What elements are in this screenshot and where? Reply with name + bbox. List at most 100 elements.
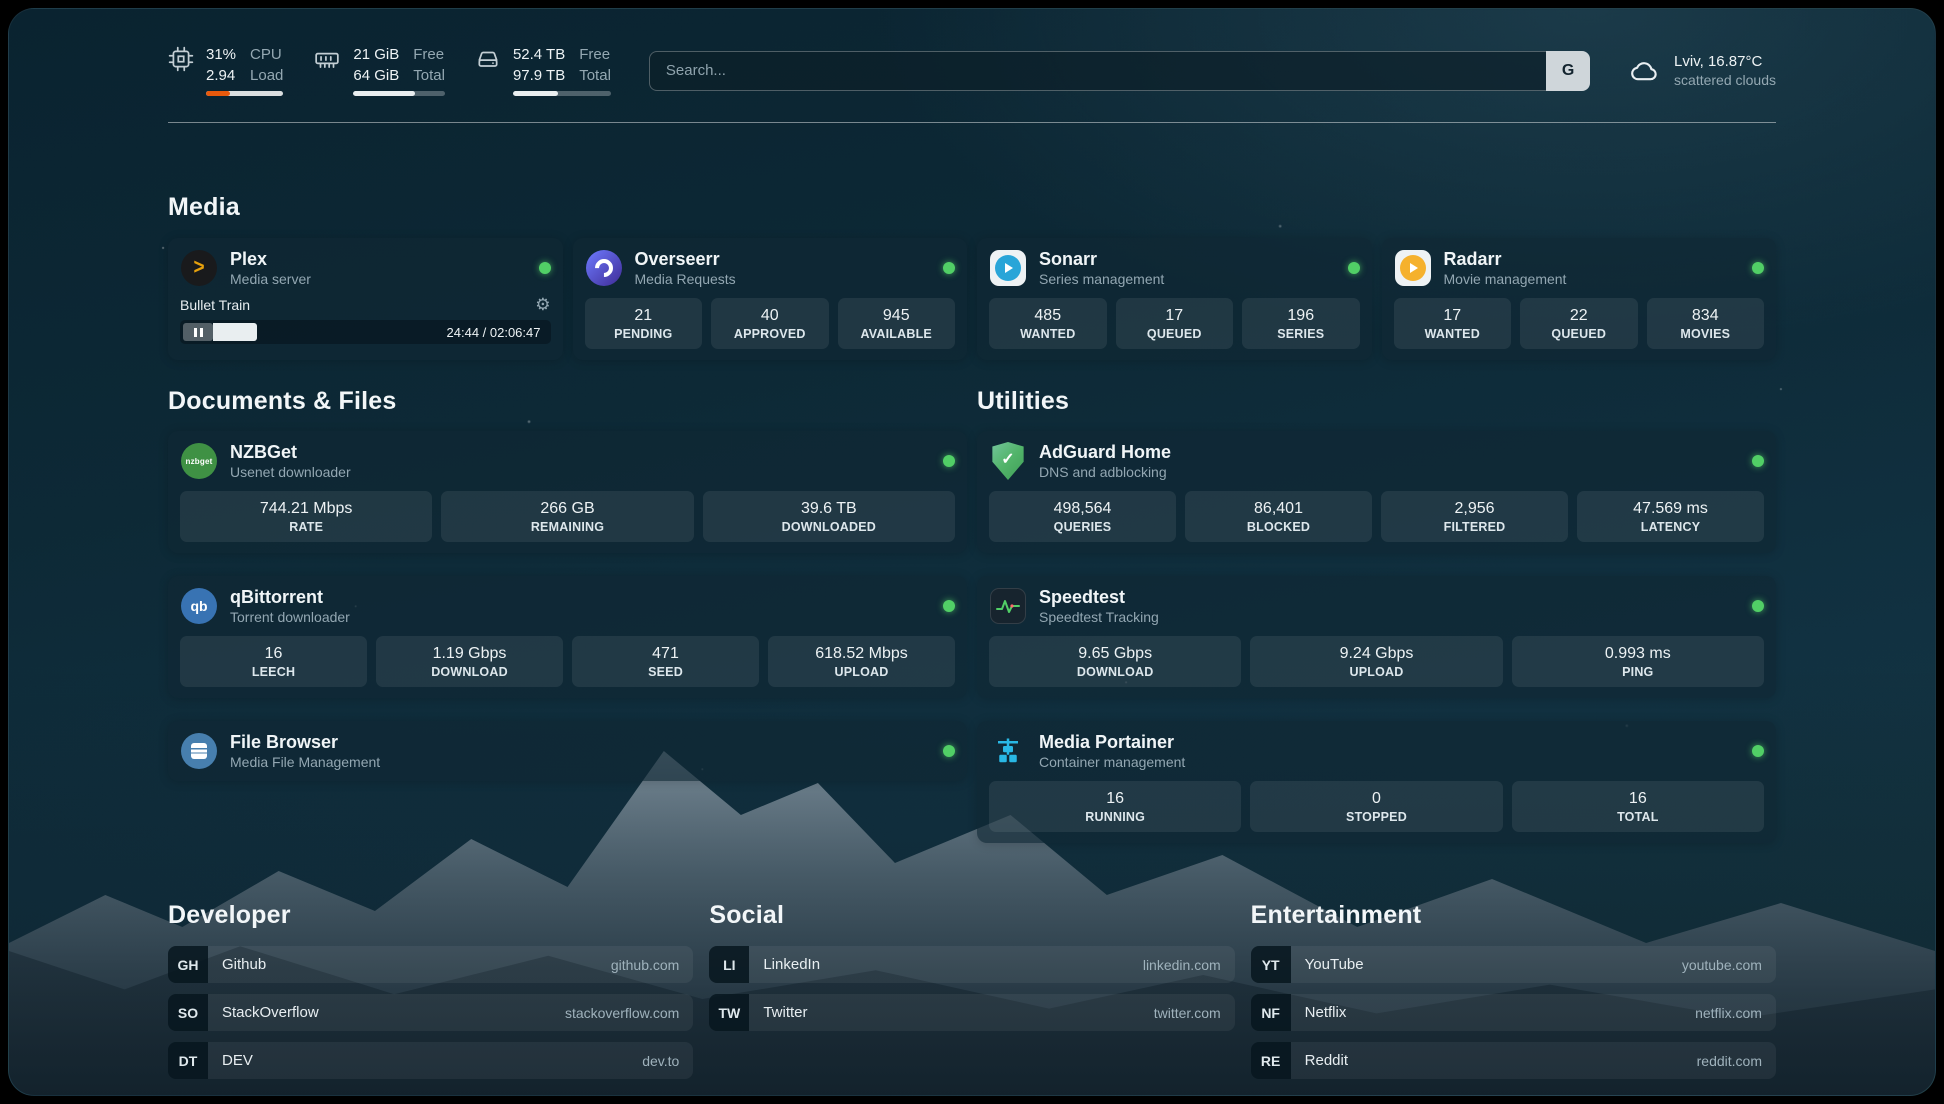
cpu-load-label: Load [250, 66, 283, 85]
bookmark-url: reddit.com [1697, 1053, 1762, 1069]
plex-card[interactable]: > Plex Media server Bullet Train 24:44 /… [168, 238, 563, 360]
service-titles: Overseerr Media Requests [635, 249, 736, 287]
disk-widget-rows: 52.4 TB 97.9 TB Free Total [513, 45, 611, 85]
nzbget-icon: nzbget [180, 442, 218, 480]
file-browser-card[interactable]: File Browser Media File Management [168, 721, 967, 781]
stat-box: 86,401 BLOCKED [1185, 491, 1372, 542]
stat-box: 39.6 TB DOWNLOADED [703, 491, 955, 542]
stat-label: QUERIES [993, 520, 1172, 535]
stat-value: 47.569 ms [1581, 499, 1760, 518]
bookmark-url: netflix.com [1695, 1005, 1762, 1021]
cpu-labels: CPU Load [250, 45, 283, 85]
bookmark-url: linkedin.com [1143, 957, 1221, 973]
status-dot [943, 745, 955, 757]
status-dot [1752, 455, 1764, 467]
service-titles: Plex Media server [230, 249, 311, 287]
memory-widget: 21 GiB 64 GiB Free Total [313, 45, 445, 96]
disk-progress-bar [513, 91, 611, 96]
bookmark-link[interactable]: DT DEV dev.to [168, 1042, 693, 1079]
status-dot [1752, 600, 1764, 612]
sonarr-icon [989, 249, 1027, 287]
stat-value: 86,401 [1189, 499, 1368, 518]
stat-box: 40 APPROVED [711, 298, 829, 349]
cpu-progress-bar [206, 91, 283, 96]
bookmark-link[interactable]: NF Netflix netflix.com [1251, 994, 1776, 1031]
bookmark-link[interactable]: GH Github github.com [168, 946, 693, 983]
service-titles: Sonarr Series management [1039, 249, 1164, 287]
bookmark-abbr: SO [168, 994, 208, 1031]
bookmark-link[interactable]: RE Reddit reddit.com [1251, 1042, 1776, 1079]
media-portainer-card[interactable]: Media Portainer Container management 16 … [977, 721, 1776, 843]
service-titles: NZBGet Usenet downloader [230, 442, 351, 480]
disk-free-label: Free [579, 45, 611, 64]
bookmark-main: LinkedIn linkedin.com [749, 946, 1234, 983]
stat-value: 1.19 Gbps [380, 644, 559, 663]
status-dot [1752, 745, 1764, 757]
stat-value: 16 [184, 644, 363, 663]
stat-box: 945 AVAILABLE [838, 298, 956, 349]
stat-value: 196 [1246, 306, 1356, 325]
bookmark-link[interactable]: YT YouTube youtube.com [1251, 946, 1776, 983]
search-engine-button[interactable]: G [1546, 51, 1590, 91]
bookmark-link[interactable]: LI LinkedIn linkedin.com [709, 946, 1234, 983]
bookmark-main: Github github.com [208, 946, 693, 983]
disk-total-value: 97.9 TB [513, 66, 565, 85]
overseerr-icon [585, 249, 623, 287]
overseerr-card[interactable]: Overseerr Media Requests 21 PENDING 40 A… [573, 238, 968, 360]
stat-label: TOTAL [1516, 810, 1760, 825]
stat-value: 39.6 TB [707, 499, 951, 518]
service-name: Plex [230, 249, 311, 269]
service-name: Overseerr [635, 249, 736, 269]
bookmark-main: DEV dev.to [208, 1042, 693, 1079]
stat-value: 16 [993, 789, 1237, 808]
stat-label: WANTED [993, 327, 1103, 342]
pause-bar [200, 328, 203, 337]
memory-progress-fill [353, 91, 414, 96]
nzbget-card[interactable]: nzbget NZBGet Usenet downloader 744.21 M… [168, 431, 967, 553]
two-column-area: Documents & Files nzbget NZBGet Usenet d… [168, 387, 1776, 843]
service-subtitle: Movie management [1444, 271, 1567, 287]
utilities-cards: ✓ AdGuard Home DNS and adblocking 498,56… [977, 431, 1776, 843]
playback-bar[interactable]: 24:44 / 02:06:47 [180, 320, 551, 344]
cpu-values: 31% 2.94 [206, 45, 236, 85]
service-name: File Browser [230, 732, 380, 752]
disk-widget-body: 52.4 TB 97.9 TB Free Total [513, 45, 611, 96]
bookmark-name: YouTube [1305, 956, 1364, 973]
stat-box: 9.24 Gbps UPLOAD [1250, 636, 1502, 687]
stat-box: 2,956 FILTERED [1381, 491, 1568, 542]
memory-total-value: 64 GiB [353, 66, 399, 85]
disk-values: 52.4 TB 97.9 TB [513, 45, 565, 85]
speedtest-card[interactable]: Speedtest Speedtest Tracking 9.65 Gbps D… [977, 576, 1776, 698]
search-input[interactable] [649, 51, 1546, 91]
section-title-utilities: Utilities [977, 387, 1776, 415]
stat-label: DOWNLOAD [380, 665, 559, 680]
stat-value: 618.52 Mbps [772, 644, 951, 663]
bookmark-abbr: LI [709, 946, 749, 983]
service-card-header: Radarr Movie management [1394, 249, 1765, 287]
stat-value: 17 [1120, 306, 1230, 325]
radarr-card[interactable]: Radarr Movie management 17 WANTED 22 QUE… [1382, 238, 1777, 360]
service-card-header: File Browser Media File Management [180, 732, 955, 770]
bookmark-link[interactable]: TW Twitter twitter.com [709, 994, 1234, 1031]
qbittorrent-card[interactable]: qb qBittorrent Torrent downloader 16 LEE… [168, 576, 967, 698]
bookmark-link[interactable]: SO StackOverflow stackoverflow.com [168, 994, 693, 1031]
gear-icon[interactable] [535, 296, 550, 313]
service-titles: Media Portainer Container management [1039, 732, 1185, 770]
bookmark-group: Entertainment YT YouTube youtube.com NF … [1251, 901, 1776, 1079]
stat-value: 471 [576, 644, 755, 663]
stat-label: SEED [576, 665, 755, 680]
cloud-icon [1628, 56, 1662, 86]
cpu-usage-label: CPU [250, 45, 283, 64]
bookmark-name: DEV [222, 1052, 253, 1069]
bookmark-main: Netflix netflix.com [1291, 994, 1776, 1031]
memory-free-value: 21 GiB [353, 45, 399, 64]
pause-button[interactable] [183, 323, 213, 341]
status-dot [1752, 262, 1764, 274]
cpu-widget-rows: 31% 2.94 CPU Load [206, 45, 283, 85]
bookmark-group-title: Social [709, 901, 1234, 929]
service-name: NZBGet [230, 442, 351, 462]
adguard-home-card[interactable]: ✓ AdGuard Home DNS and adblocking 498,56… [977, 431, 1776, 553]
memory-progress-bar [353, 91, 445, 96]
sonarr-card[interactable]: Sonarr Series management 485 WANTED 17 Q… [977, 238, 1372, 360]
service-name: Media Portainer [1039, 732, 1185, 752]
